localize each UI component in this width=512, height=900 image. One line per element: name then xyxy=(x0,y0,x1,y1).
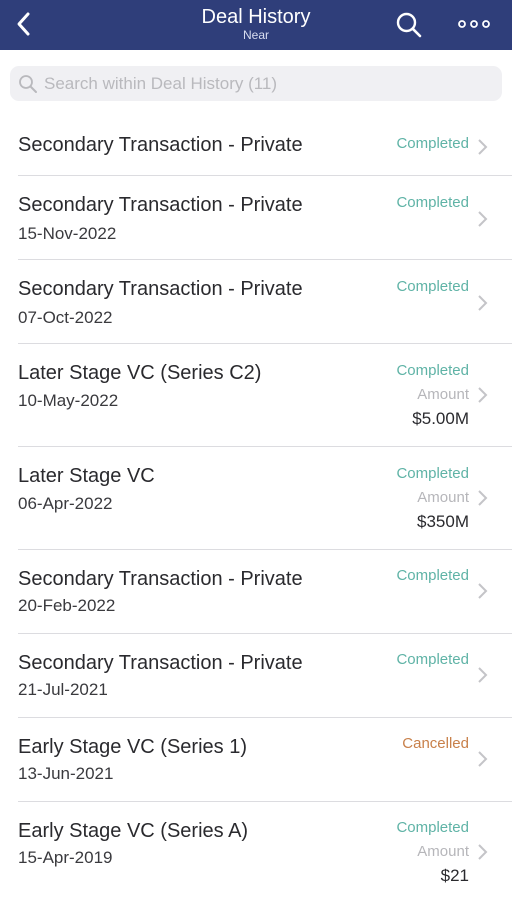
status-badge: Completed xyxy=(396,362,469,379)
search-button[interactable] xyxy=(392,8,426,42)
deal-row[interactable]: Secondary Transaction - Private Complete… xyxy=(0,116,512,176)
deal-row[interactable]: Early Stage VC (Series 1) 13-Jun-2021 Ca… xyxy=(0,718,512,802)
chevron-right-icon xyxy=(478,139,488,155)
deal-date: 10-May-2022 xyxy=(18,391,119,410)
status-badge: Completed xyxy=(396,651,469,668)
deal-date: 21-Jul-2021 xyxy=(18,680,108,699)
deal-date: 13-Jun-2021 xyxy=(18,764,114,783)
status-badge: Completed xyxy=(396,135,469,152)
deal-type: Early Stage VC (Series 1) xyxy=(18,736,247,758)
status-badge: Completed xyxy=(396,465,469,482)
chevron-right-icon xyxy=(478,211,488,227)
deal-row[interactable]: Secondary Transaction - Private 07-Oct-2… xyxy=(0,260,512,344)
chevron-right-icon xyxy=(478,667,488,683)
deal-row[interactable]: Secondary Transaction - Private 20-Feb-2… xyxy=(0,550,512,634)
amount-value: $5.00M xyxy=(412,409,469,428)
amount-value: $21 xyxy=(440,866,469,885)
search-input[interactable] xyxy=(42,72,482,95)
deal-type: Secondary Transaction - Private xyxy=(18,568,303,590)
chevron-right-icon xyxy=(478,295,488,311)
search-field[interactable] xyxy=(10,66,502,101)
deal-type: Secondary Transaction - Private xyxy=(18,278,303,300)
deal-date: 15-Nov-2022 xyxy=(18,224,117,243)
chevron-right-icon xyxy=(478,844,488,860)
chevron-right-icon xyxy=(478,751,488,767)
deal-date: 20-Feb-2022 xyxy=(18,596,116,615)
chevron-right-icon xyxy=(478,387,488,403)
amount-value: $350M xyxy=(417,512,469,531)
deal-date: 07-Oct-2022 xyxy=(18,308,113,327)
amount-label: Amount xyxy=(417,386,469,403)
search-icon xyxy=(16,72,40,96)
status-badge: Cancelled xyxy=(402,735,469,752)
status-badge: Completed xyxy=(396,194,469,211)
more-button[interactable] xyxy=(452,12,496,36)
deal-row[interactable]: Secondary Transaction - Private 21-Jul-2… xyxy=(0,634,512,718)
search-area xyxy=(0,50,512,116)
deal-date: 06-Apr-2022 xyxy=(18,494,113,513)
deal-type: Secondary Transaction - Private xyxy=(18,652,303,674)
deal-row[interactable]: Later Stage VC 06-Apr-2022 Completed Amo… xyxy=(0,447,512,550)
status-badge: Completed xyxy=(396,819,469,836)
status-badge: Completed xyxy=(396,567,469,584)
deal-row[interactable]: Later Stage VC (Series C2) 10-May-2022 C… xyxy=(0,344,512,447)
deal-row[interactable]: Secondary Transaction - Private 15-Nov-2… xyxy=(0,176,512,260)
deal-list: Secondary Transaction - Private Complete… xyxy=(0,116,512,894)
status-badge: Completed xyxy=(396,278,469,295)
more-horizontal-icon xyxy=(458,20,490,28)
deal-type: Early Stage VC (Series A) xyxy=(18,820,249,842)
page-subtitle: Near xyxy=(242,28,269,42)
page-title: Deal History xyxy=(201,6,311,28)
back-button[interactable] xyxy=(8,8,40,40)
nav-bar: Deal History Near xyxy=(0,0,512,50)
deal-type: Later Stage VC xyxy=(18,465,155,487)
deal-date: 15-Apr-2019 xyxy=(18,848,113,867)
title-block: Deal History Near xyxy=(100,5,412,42)
chevron-right-icon xyxy=(478,583,488,599)
search-icon xyxy=(396,12,422,38)
chevron-left-icon xyxy=(17,12,30,36)
deal-type: Later Stage VC (Series C2) xyxy=(18,362,262,384)
chevron-right-icon xyxy=(478,490,488,506)
deal-row[interactable]: Early Stage VC (Series A) 15-Apr-2019 Co… xyxy=(0,802,512,894)
amount-label: Amount xyxy=(417,489,469,506)
deal-type: Secondary Transaction - Private xyxy=(18,194,303,216)
deal-type: Secondary Transaction - Private xyxy=(18,134,303,156)
amount-label: Amount xyxy=(417,843,469,860)
